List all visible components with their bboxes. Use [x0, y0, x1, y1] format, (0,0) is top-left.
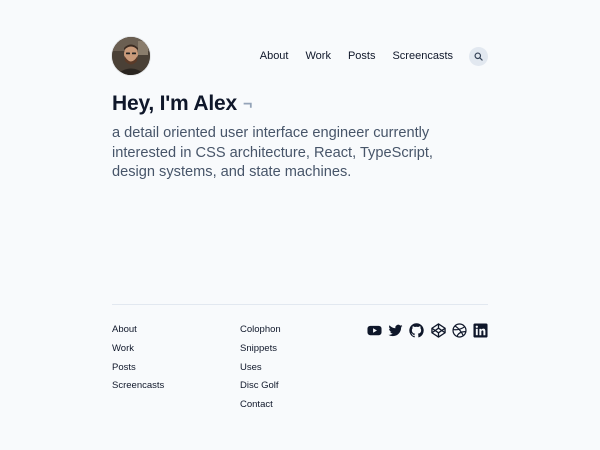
- footer-link-disc-golf[interactable]: Disc Golf: [240, 380, 281, 399]
- hero-subtitle: a detail oriented user interface enginee…: [112, 125, 433, 180]
- nav-link-work[interactable]: Work: [305, 50, 330, 62]
- hero-title-glyph: ¬: [242, 96, 253, 113]
- page: About Work Posts Screencasts Hey, I'm Al…: [0, 0, 600, 450]
- footer-link-contact[interactable]: Contact: [240, 399, 281, 418]
- footer-link-work[interactable]: Work: [112, 343, 164, 362]
- nav-link-screencasts[interactable]: Screencasts: [392, 50, 453, 62]
- footer-column-1: About Work Posts Screencasts: [112, 324, 164, 399]
- github-icon[interactable]: [409, 322, 425, 338]
- footer-link-snippets[interactable]: Snippets: [240, 343, 281, 362]
- search-icon: [474, 51, 483, 61]
- youtube-icon[interactable]: [367, 323, 382, 338]
- footer-divider: [112, 304, 488, 305]
- footer-link-about[interactable]: About: [112, 324, 164, 343]
- page-title: Hey, I'm Alex ¬: [112, 92, 252, 116]
- footer-link-posts[interactable]: Posts: [112, 362, 164, 381]
- avatar-photo: [112, 37, 150, 75]
- avatar[interactable]: [112, 37, 150, 75]
- nav-link-posts[interactable]: Posts: [348, 50, 376, 62]
- site-header: About Work Posts Screencasts: [112, 37, 488, 75]
- hero-title-text: Hey, I'm Alex: [112, 92, 237, 115]
- search-button[interactable]: [469, 46, 488, 66]
- codepen-icon[interactable]: [430, 322, 446, 338]
- nav-link-about[interactable]: About: [260, 50, 289, 62]
- twitter-icon[interactable]: [388, 323, 403, 338]
- main-nav: About Work Posts Screencasts: [260, 46, 488, 66]
- footer-column-2: Colophon Snippets Uses Disc Golf Contact: [240, 324, 281, 418]
- footer-link-screencasts[interactable]: Screencasts: [112, 380, 164, 399]
- linkedin-icon[interactable]: [473, 322, 488, 338]
- dribbble-icon[interactable]: [452, 322, 467, 338]
- footer-link-colophon[interactable]: Colophon: [240, 324, 281, 343]
- social-links: [367, 322, 488, 338]
- footer-link-uses[interactable]: Uses: [240, 362, 281, 381]
